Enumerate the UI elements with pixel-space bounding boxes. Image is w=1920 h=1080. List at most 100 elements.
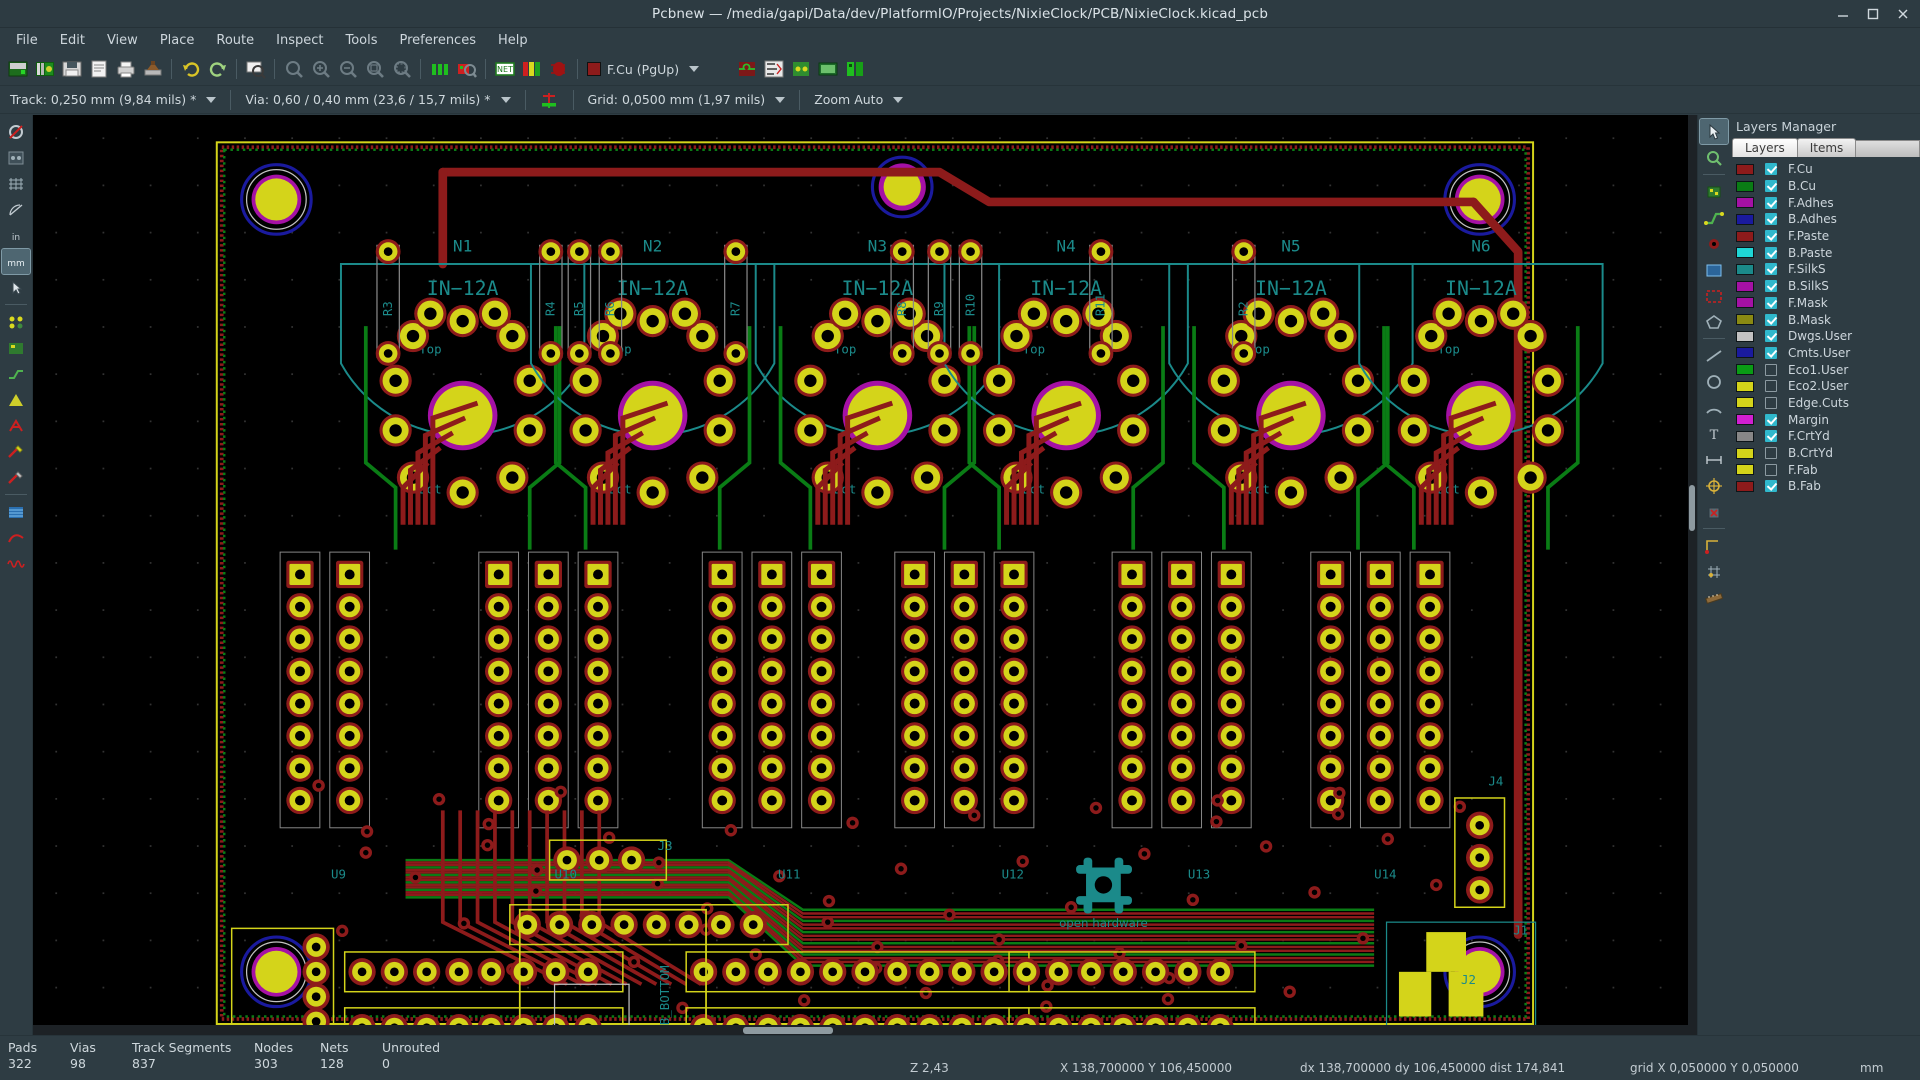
layer-visibility-checkbox[interactable] bbox=[1765, 280, 1777, 293]
layer-visibility-checkbox[interactable] bbox=[1765, 230, 1777, 243]
menu-preferences[interactable]: Preferences bbox=[390, 30, 486, 51]
chevron-down-icon[interactable] bbox=[689, 66, 700, 72]
tool-route-track-icon[interactable] bbox=[1700, 205, 1728, 230]
chevron-down-icon[interactable] bbox=[206, 96, 217, 103]
page-settings-icon[interactable] bbox=[85, 56, 112, 83]
tab-items[interactable]: Items bbox=[1796, 138, 1857, 157]
layer-visibility-checkbox[interactable] bbox=[1765, 380, 1777, 393]
tool-via-icon[interactable] bbox=[1700, 231, 1728, 256]
layer-color-swatch[interactable] bbox=[1736, 347, 1754, 359]
menu-view[interactable]: View bbox=[97, 30, 148, 51]
layer-color-swatch[interactable] bbox=[1736, 297, 1754, 309]
layer-visibility-checkbox[interactable] bbox=[1765, 430, 1777, 443]
tool-high-contrast-icon[interactable] bbox=[2, 387, 30, 412]
zoom-fit-icon[interactable] bbox=[361, 56, 388, 83]
highlight-net-icon[interactable] bbox=[733, 56, 760, 83]
layer-visibility-checkbox[interactable] bbox=[1765, 296, 1777, 309]
open-board-icon[interactable] bbox=[31, 56, 58, 83]
netlist-icon[interactable]: NET bbox=[491, 56, 518, 83]
layers-setup-icon[interactable] bbox=[518, 56, 545, 83]
active-layer-combo[interactable]: F.Cu (PgUp) bbox=[583, 58, 733, 80]
tool-measure-icon[interactable] bbox=[1700, 585, 1728, 610]
layer-color-swatch[interactable] bbox=[1736, 430, 1754, 442]
tool-show-tracks-sketch-icon[interactable] bbox=[2, 361, 30, 386]
canvas-vscrollbar[interactable] bbox=[1688, 115, 1697, 1035]
tool-pad-sketch-icon[interactable] bbox=[2, 465, 30, 490]
layer-row-cmts-user[interactable]: Cmts.User bbox=[1730, 345, 1920, 362]
canvas-vscroll-thumb[interactable] bbox=[1689, 485, 1695, 531]
tool-footprint-place-icon[interactable] bbox=[1700, 179, 1728, 204]
layer-color-swatch[interactable] bbox=[1736, 364, 1754, 376]
layer-row-f-crtyd[interactable]: F.CrtYd bbox=[1730, 428, 1920, 445]
layer-visibility-checkbox[interactable] bbox=[1765, 346, 1777, 359]
local-ratsnest-icon[interactable] bbox=[787, 56, 814, 83]
layer-row-f-cu[interactable]: F.Cu bbox=[1730, 161, 1920, 178]
grid-size-combo[interactable]: Grid: 0,0500 mm (1,97 mils) bbox=[584, 89, 790, 111]
via-size-combo[interactable]: Via: 0,60 / 0,40 mm (23,6 / 15,7 mils) * bbox=[241, 89, 514, 111]
tool-text-icon[interactable]: T bbox=[1700, 421, 1728, 446]
footprint-viewer-icon[interactable] bbox=[453, 56, 480, 83]
layer-color-swatch[interactable] bbox=[1736, 247, 1754, 259]
layer-visibility-checkbox[interactable] bbox=[1765, 413, 1777, 426]
tool-units-mm-icon[interactable]: mm bbox=[1, 248, 31, 275]
layer-row-eco1-user[interactable]: Eco1.User bbox=[1730, 361, 1920, 378]
layer-color-swatch[interactable] bbox=[1736, 163, 1754, 175]
layers-list[interactable]: F.Cu B.Cu F.Adhes B.Adhes F.Paste B.Paste F.Si… bbox=[1730, 157, 1920, 1035]
track-width-combo[interactable]: Track: 0,250 mm (9,84 mils) * bbox=[6, 89, 220, 111]
tool-microwave-icon[interactable] bbox=[2, 551, 30, 576]
tool-polygon-icon[interactable] bbox=[1700, 309, 1728, 334]
tool-arc-icon[interactable] bbox=[1700, 395, 1728, 420]
layer-row-b-adhes[interactable]: B.Adhes bbox=[1730, 211, 1920, 228]
tool-grid-origin-icon[interactable] bbox=[1700, 559, 1728, 584]
layer-color-swatch[interactable] bbox=[1736, 380, 1754, 392]
layer-row-b-cu[interactable]: B.Cu bbox=[1730, 178, 1920, 195]
tool-keepout-icon[interactable] bbox=[1700, 283, 1728, 308]
menu-place[interactable]: Place bbox=[150, 30, 205, 51]
plot-icon[interactable] bbox=[139, 56, 166, 83]
view-3d-icon[interactable] bbox=[814, 56, 841, 83]
layer-color-swatch[interactable] bbox=[1736, 330, 1754, 342]
layer-color-swatch[interactable] bbox=[1736, 197, 1754, 209]
find-icon[interactable] bbox=[242, 56, 269, 83]
tool-target-icon[interactable] bbox=[1700, 473, 1728, 498]
layer-visibility-checkbox[interactable] bbox=[1765, 363, 1777, 376]
layer-visibility-checkbox[interactable] bbox=[1765, 180, 1777, 193]
redo-icon[interactable] bbox=[204, 56, 231, 83]
layer-row-b-crtyd[interactable]: B.CrtYd bbox=[1730, 445, 1920, 462]
layer-color-swatch[interactable] bbox=[1736, 314, 1754, 326]
layer-row-f-mask[interactable]: F.Mask bbox=[1730, 295, 1920, 312]
layer-row-dwgs-user[interactable]: Dwgs.User bbox=[1730, 328, 1920, 345]
layer-row-b-silks[interactable]: B.SilkS bbox=[1730, 278, 1920, 295]
drc-icon[interactable] bbox=[545, 56, 572, 83]
zoom-area-icon[interactable] bbox=[388, 56, 415, 83]
layer-row-f-silks[interactable]: F.SilkS bbox=[1730, 261, 1920, 278]
via-pad-icon[interactable] bbox=[536, 86, 563, 113]
zoom-out-icon[interactable] bbox=[334, 56, 361, 83]
zoom-in-icon[interactable] bbox=[307, 56, 334, 83]
zoom-level-combo[interactable]: Zoom Auto bbox=[810, 89, 907, 111]
tool-show-vias-sketch-icon[interactable] bbox=[2, 335, 30, 360]
tool-grid-toggle-icon[interactable] bbox=[2, 171, 30, 196]
layer-color-swatch[interactable] bbox=[1736, 397, 1754, 409]
layer-visibility-checkbox[interactable] bbox=[1765, 213, 1777, 226]
tool-local-ratsnest-icon[interactable] bbox=[2, 145, 30, 170]
layer-color-swatch[interactable] bbox=[1736, 464, 1754, 476]
layer-color-swatch[interactable] bbox=[1736, 230, 1754, 242]
tool-units-inch-icon[interactable]: in bbox=[2, 223, 30, 248]
tool-highlight-icon[interactable] bbox=[1700, 145, 1728, 170]
save-board-icon[interactable] bbox=[58, 56, 85, 83]
tool-cursor-shape-icon[interactable] bbox=[2, 275, 30, 300]
pcb-canvas[interactable]: N1IN−12ATopBotN2IN−12ATopBotN3IN−12ATopB… bbox=[33, 115, 1697, 1035]
tool-set-origin-icon[interactable] bbox=[1700, 533, 1728, 558]
layer-visibility-checkbox[interactable] bbox=[1765, 263, 1777, 276]
pcb-drawing[interactable]: N1IN−12ATopBotN2IN−12ATopBotN3IN−12ATopB… bbox=[33, 115, 1697, 1035]
layer-row-f-paste[interactable]: F.Paste bbox=[1730, 228, 1920, 245]
layer-row-b-mask[interactable]: B.Mask bbox=[1730, 311, 1920, 328]
tool-dimension-icon[interactable] bbox=[1700, 447, 1728, 472]
close-icon[interactable] bbox=[1896, 7, 1910, 21]
layer-visibility-checkbox[interactable] bbox=[1765, 396, 1777, 409]
layer-visibility-checkbox[interactable] bbox=[1765, 330, 1777, 343]
tool-highlight-net-icon[interactable] bbox=[2, 119, 30, 144]
tool-zone-icon[interactable] bbox=[1700, 257, 1728, 282]
show-ratsnest-icon[interactable] bbox=[760, 56, 787, 83]
